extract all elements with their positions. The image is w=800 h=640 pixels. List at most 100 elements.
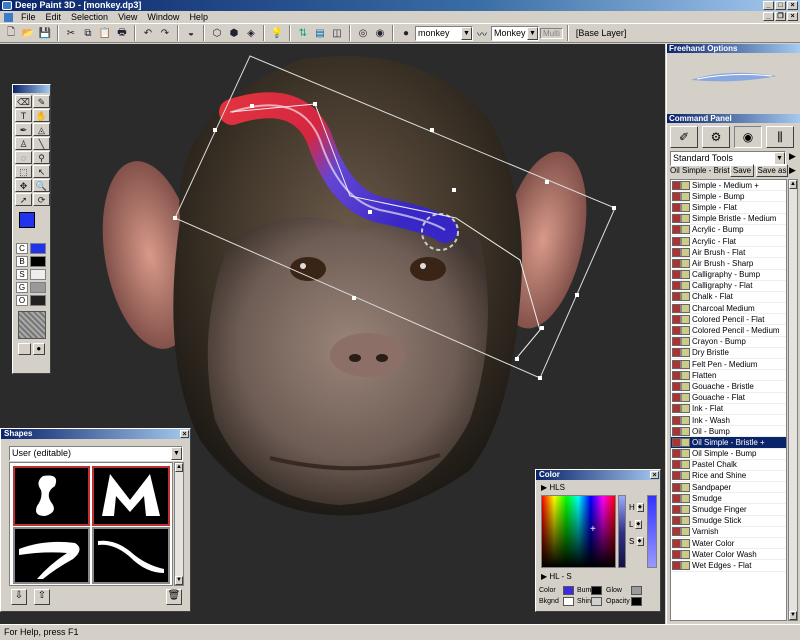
shapes-close-button[interactable]: ×: [180, 430, 189, 438]
cut-icon[interactable]: ✂: [63, 25, 79, 41]
multi-button[interactable]: Multi: [540, 27, 563, 39]
channel-shine-swatch[interactable]: [591, 597, 602, 606]
shape-import-icon[interactable]: ⇩: [11, 589, 27, 605]
brush-item[interactable]: Wet Edges - Flat: [671, 560, 786, 572]
color-close-button[interactable]: ×: [650, 471, 659, 479]
shapes-scroll-up-icon[interactable]: ▲: [175, 463, 183, 472]
sphere-icon[interactable]: ●: [398, 25, 414, 41]
line-tool-icon[interactable]: ╲: [33, 137, 50, 150]
brush-item[interactable]: Acrylic - Flat: [671, 236, 786, 248]
doc-restore-button[interactable]: ❐: [775, 12, 786, 21]
menu-window[interactable]: Window: [142, 11, 184, 23]
channel-o-swatch[interactable]: [30, 295, 46, 306]
color-titlebar[interactable]: Color ×: [536, 470, 660, 480]
toolbox-titlebar[interactable]: [13, 85, 50, 93]
color-mode[interactable]: ▶ HLS: [541, 483, 565, 492]
eraser-tool-icon[interactable]: ⌫: [15, 95, 32, 108]
mode-button-1[interactable]: [18, 343, 31, 355]
foreground-color[interactable]: [19, 212, 35, 228]
brush-item[interactable]: Colored Pencil - Flat: [671, 314, 786, 326]
channel-g-swatch[interactable]: [30, 282, 46, 293]
view-icon[interactable]: ◎: [355, 25, 371, 41]
channel-s-swatch[interactable]: [30, 269, 46, 280]
menu-file[interactable]: File: [16, 11, 41, 23]
settings-tab-icon[interactable]: ⚙: [702, 126, 730, 148]
undo-icon[interactable]: ↶: [140, 25, 156, 41]
fg-bg-colors[interactable]: [17, 210, 46, 240]
model-select[interactable]: monkey ▼: [415, 25, 473, 41]
shape-set-select[interactable]: User (editable) ▼: [9, 446, 183, 461]
brush-list-scrollbar[interactable]: ▲ ▼: [788, 179, 798, 621]
rotate-tool-icon[interactable]: ⟳: [33, 193, 50, 206]
new-icon[interactable]: 🗋: [3, 25, 19, 41]
channel-opacity-swatch[interactable]: [631, 597, 642, 606]
brush-item[interactable]: Ink - Wash: [671, 415, 786, 427]
brush-item[interactable]: Smudge: [671, 493, 786, 505]
brush-next-icon[interactable]: ▶: [789, 165, 796, 176]
shape-m[interactable]: [92, 466, 170, 526]
menu-help[interactable]: Help: [184, 11, 213, 23]
maximize-button[interactable]: □: [775, 1, 786, 10]
brush-item[interactable]: Sandpaper: [671, 482, 786, 494]
stamp-tool-icon[interactable]: ♙: [15, 137, 32, 150]
lightness-bar[interactable]: [618, 495, 626, 568]
document-icon[interactable]: [4, 12, 13, 22]
close-button[interactable]: ×: [787, 1, 798, 10]
object-icon-2[interactable]: ⬢: [226, 25, 242, 41]
brush-item[interactable]: Flatten: [671, 370, 786, 382]
save-button[interactable]: Save: [730, 164, 754, 177]
brush-item[interactable]: Smudge Stick: [671, 516, 786, 527]
brush-item[interactable]: Simple - Medium +: [671, 180, 786, 192]
material-select[interactable]: Monkey S ▼: [491, 25, 539, 41]
save-icon[interactable]: 💾: [37, 25, 53, 41]
shape-delete-icon[interactable]: 🗑: [166, 589, 182, 605]
cursor-tool-icon[interactable]: ➚: [15, 193, 32, 206]
brush-item[interactable]: Air Brush - Sharp: [671, 258, 786, 270]
menu-edit[interactable]: Edit: [41, 11, 67, 23]
paste-icon[interactable]: 📋: [97, 25, 113, 41]
zoom-tool-icon[interactable]: 🔍: [33, 179, 50, 192]
render-icon[interactable]: ◉: [372, 25, 388, 41]
channel-b-swatch[interactable]: [30, 256, 46, 267]
shapes-scroll-down-icon[interactable]: ▼: [175, 576, 183, 585]
brush-tool-icon[interactable]: ✎: [33, 95, 50, 108]
brush-item[interactable]: Gouache - Bristle: [671, 381, 786, 393]
brush-item[interactable]: Colored Pencil - Medium: [671, 325, 786, 337]
brush-item[interactable]: Acrylic - Bump: [671, 225, 786, 236]
brush-scroll-up-icon[interactable]: ▲: [789, 180, 797, 189]
brush-item[interactable]: Oil Simple - Bump: [671, 449, 786, 460]
split-icon[interactable]: ◫: [329, 25, 345, 41]
brush-item[interactable]: Rice and Shine: [671, 471, 786, 483]
shape-wave[interactable]: [92, 527, 170, 584]
doc-minimize-button[interactable]: _: [763, 12, 774, 21]
shapes-scrollbar[interactable]: ▲ ▼: [174, 462, 184, 586]
menu-view[interactable]: View: [113, 11, 142, 23]
brush-item[interactable]: Smudge Finger: [671, 504, 786, 516]
doc-close-button[interactable]: ×: [787, 12, 798, 21]
menu-selection[interactable]: Selection: [66, 11, 113, 23]
pen-tool-icon[interactable]: ✒: [15, 123, 32, 136]
channel-c-swatch[interactable]: [30, 243, 46, 254]
slider-h[interactable]: H ◆: [629, 503, 645, 513]
shape-export-icon[interactable]: ⇧: [34, 589, 50, 605]
brush-item[interactable]: Air Brush - Flat: [671, 247, 786, 259]
brush-item[interactable]: Dry Bristle: [671, 348, 786, 359]
brush-scroll-down-icon[interactable]: ▼: [789, 611, 797, 620]
brush-item[interactable]: Calligraphy - Flat: [671, 281, 786, 292]
brush-item[interactable]: Simple - Flat: [671, 202, 786, 214]
brush-item[interactable]: Water Color: [671, 538, 786, 550]
object-icon-3[interactable]: ◈: [243, 25, 259, 41]
brush-item[interactable]: Simple - Bump: [671, 191, 786, 203]
save-as-button[interactable]: Save as: [756, 164, 788, 177]
tubes-tab-icon[interactable]: ⫼: [766, 126, 794, 148]
marquee-tool-icon[interactable]: ⬚: [15, 165, 32, 178]
shape-hook[interactable]: [13, 527, 90, 584]
dropper-tool-icon[interactable]: ⚲: [33, 151, 50, 164]
channel-bump-swatch[interactable]: [591, 586, 602, 595]
channel-color-swatch[interactable]: [563, 586, 574, 595]
align-icon[interactable]: ⇅: [295, 25, 311, 41]
brushes-tab-icon[interactable]: ✐: [670, 126, 698, 148]
brush-item[interactable]: Charcoal Medium: [671, 303, 786, 315]
print-icon[interactable]: 🖶: [114, 25, 130, 41]
open-icon[interactable]: 📂: [20, 25, 36, 41]
